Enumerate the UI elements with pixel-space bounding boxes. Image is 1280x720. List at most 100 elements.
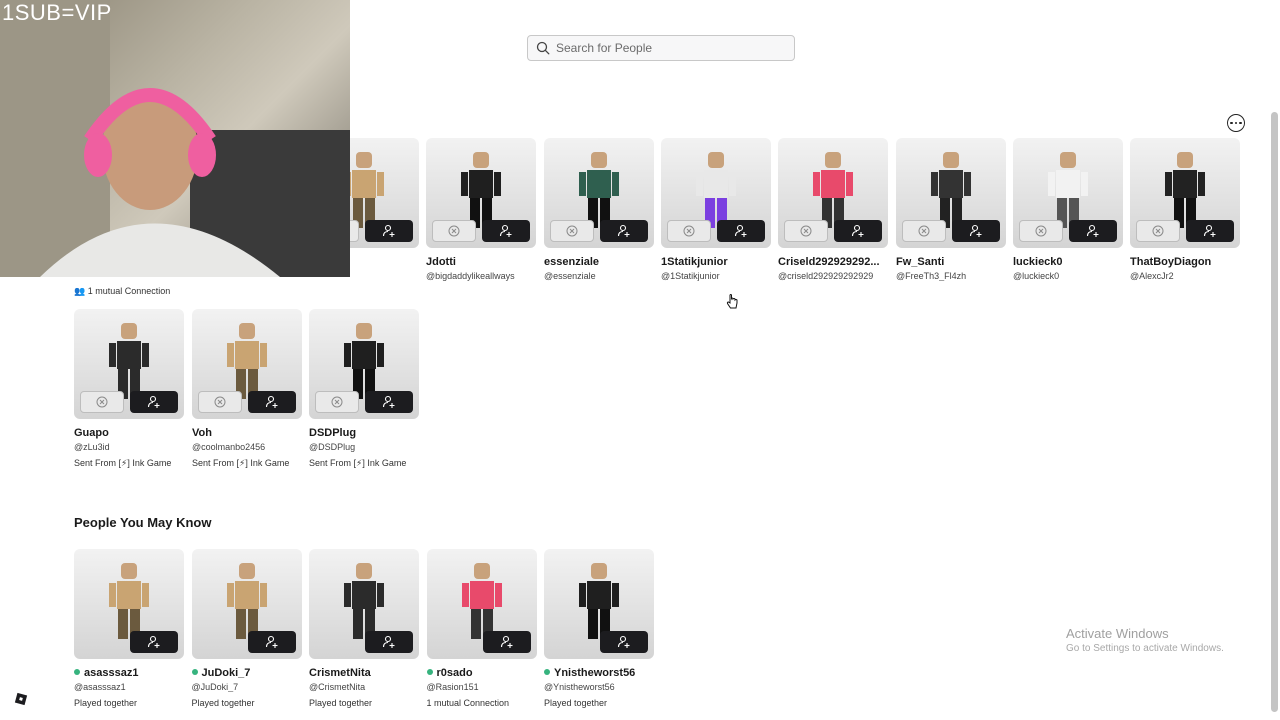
user-card[interactable]: Criseld292929292... @criseld292929292929	[778, 138, 888, 281]
decline-request-button[interactable]	[784, 220, 828, 242]
user-handle: @asasssaz1	[74, 682, 126, 692]
user-display-name[interactable]: ThatBoyDiagon	[1130, 256, 1240, 268]
user-handle: @bigdaddylikeallways	[426, 271, 515, 281]
decline-request-button[interactable]	[80, 391, 124, 413]
user-card[interactable]: CrismetNita @CrismetNita Played together	[309, 549, 419, 708]
user-card[interactable]: 1Statikjunior @1Statikjunior	[661, 138, 771, 281]
user-display-name[interactable]: asasssaz1	[74, 667, 184, 679]
user-card[interactable]: DSDPlug @DSDPlug Sent From [⚡] Ink Game	[309, 309, 419, 469]
avatar-tile[interactable]	[1130, 138, 1240, 248]
close-circle-icon	[1152, 225, 1164, 237]
display-name-text: Voh	[192, 427, 212, 439]
add-friend-icon	[1203, 224, 1216, 237]
accept-request-button[interactable]	[1069, 220, 1117, 242]
user-card[interactable]: asasssaz1 @asasssaz1 Played together	[74, 549, 184, 708]
avatar-tile[interactable]	[778, 138, 888, 248]
user-display-name[interactable]: CrismetNita	[309, 667, 419, 679]
decline-request-button[interactable]	[315, 391, 359, 413]
scrollbar[interactable]	[1271, 112, 1278, 712]
avatar-tile[interactable]	[544, 549, 654, 659]
avatar-tile[interactable]	[661, 138, 771, 248]
display-name-text: Criseld292929292...	[778, 256, 880, 268]
avatar-tile[interactable]	[191, 549, 302, 659]
accept-request-button[interactable]	[600, 631, 648, 653]
user-card[interactable]: r0sado @Rasion151 1 mutual Connection	[426, 549, 537, 708]
accept-request-button[interactable]	[247, 631, 296, 653]
streamer-image	[0, 0, 350, 277]
roblox-logo-icon[interactable]	[14, 692, 28, 706]
user-card[interactable]: Ynistheworst56 @Ynistheworst56 Played toge…	[544, 549, 654, 708]
avatar-tile[interactable]	[309, 549, 419, 659]
user-card[interactable]: Guapo @zLu3id Sent From [⚡] Ink Game	[74, 309, 184, 469]
accept-request-button[interactable]	[130, 391, 178, 413]
accept-request-button[interactable]	[365, 631, 413, 653]
accept-request-button[interactable]	[482, 220, 530, 242]
add-friend-icon	[265, 395, 278, 408]
decline-request-button[interactable]	[1136, 220, 1180, 242]
user-card[interactable]: essenziale @essenziale	[544, 138, 654, 281]
accept-request-button[interactable]	[717, 220, 765, 242]
user-display-name[interactable]: r0sado	[426, 667, 537, 679]
avatar-tile[interactable]	[426, 138, 536, 248]
display-name-text: essenziale	[544, 256, 600, 268]
decline-request-button[interactable]	[198, 391, 242, 413]
decline-request-button[interactable]	[667, 220, 711, 242]
user-card[interactable]: JuDoki_7 @JuDoki_7 Played together	[191, 549, 302, 708]
accept-request-button[interactable]	[365, 220, 413, 242]
decline-request-button[interactable]	[902, 220, 946, 242]
user-display-name[interactable]: Jdotti	[426, 256, 536, 268]
avatar-tile[interactable]	[426, 549, 537, 659]
user-display-name[interactable]: luckieck0	[1013, 256, 1123, 268]
add-friend-icon	[617, 635, 630, 648]
accept-request-button[interactable]	[482, 631, 531, 653]
accept-request-button[interactable]	[600, 220, 648, 242]
user-display-name[interactable]: 1Statikjunior	[661, 256, 771, 268]
user-display-name[interactable]: Guapo	[74, 427, 184, 439]
avatar-tile[interactable]	[74, 549, 184, 659]
avatar-tile[interactable]	[896, 138, 1006, 248]
user-display-name[interactable]: essenziale	[544, 256, 654, 268]
search-bar[interactable]	[527, 35, 795, 61]
add-friend-icon	[1086, 224, 1099, 237]
user-card[interactable]: Jdotti @bigdaddylikeallways	[426, 138, 536, 281]
add-friend-icon	[851, 224, 864, 237]
user-card[interactable]: luckieck0 @luckieck0	[1013, 138, 1123, 281]
accept-request-button[interactable]	[130, 631, 178, 653]
user-display-name[interactable]: DSDPlug	[309, 427, 419, 439]
decline-request-button[interactable]	[550, 220, 594, 242]
decline-request-button[interactable]	[432, 220, 476, 242]
user-card[interactable]: ThatBoyDiagon @AlexcJr2	[1130, 138, 1240, 281]
accept-request-button[interactable]	[834, 220, 882, 242]
user-display-name[interactable]: Criseld292929292...	[778, 256, 888, 268]
user-card[interactable]: Fw_Santi @FreeTh3_Fl4zh	[896, 138, 1006, 281]
accept-request-button[interactable]	[365, 391, 413, 413]
accept-request-button[interactable]	[1186, 220, 1234, 242]
add-friend-icon	[500, 635, 512, 648]
add-friend-icon	[382, 635, 395, 648]
user-card[interactable]: Voh @coolmanbo2456 Sent From [⚡] Ink Game	[192, 309, 302, 469]
accept-request-button[interactable]	[952, 220, 1000, 242]
mutual-label: 1 mutual Connection	[87, 286, 171, 296]
close-circle-icon	[1035, 225, 1047, 237]
avatar-tile[interactable]	[192, 309, 302, 419]
user-handle: @AlexcJr2	[1130, 271, 1174, 281]
display-name-text: CrismetNita	[309, 667, 371, 679]
search-input[interactable]	[556, 41, 786, 55]
avatar-tile[interactable]	[1013, 138, 1123, 248]
user-subtext: Sent From [⚡] Ink Game	[74, 458, 172, 468]
accept-request-button[interactable]	[248, 391, 296, 413]
user-handle: @luckieck0	[1013, 271, 1060, 281]
user-display-name[interactable]: Ynistheworst56	[544, 667, 654, 679]
user-display-name[interactable]: Voh	[192, 427, 302, 439]
more-options-button[interactable]	[1227, 114, 1245, 132]
decline-request-button[interactable]	[1019, 220, 1063, 242]
avatar-tile[interactable]	[74, 309, 184, 419]
user-display-name[interactable]: Fw_Santi	[896, 256, 1006, 268]
display-name-text: Fw_Santi	[896, 256, 945, 268]
close-circle-icon	[800, 225, 812, 237]
avatar-tile[interactable]	[544, 138, 654, 248]
avatar-tile[interactable]	[309, 309, 419, 419]
ellipsis-dot	[1239, 121, 1242, 125]
user-display-name[interactable]: JuDoki_7	[191, 667, 302, 679]
mutual-connection-text: 👥 1 mutual Connection	[74, 286, 170, 297]
